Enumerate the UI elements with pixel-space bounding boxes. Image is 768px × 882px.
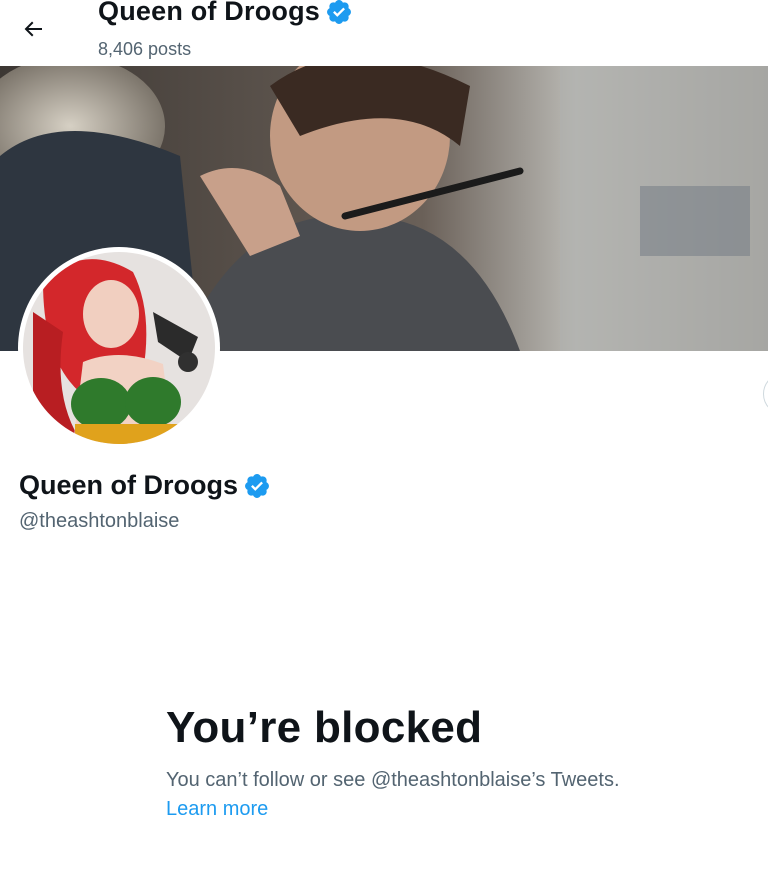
verified-badge-icon bbox=[327, 0, 351, 24]
header-title: Queen of Droogs bbox=[98, 0, 353, 27]
verified-badge-icon[interactable] bbox=[243, 472, 271, 500]
blocked-message: You can’t follow or see @theashtonblaise… bbox=[166, 769, 620, 791]
header-display-name: Queen of Droogs bbox=[98, 0, 321, 26]
profile-handle: @theashtonblaise bbox=[19, 510, 180, 532]
learn-more-link[interactable]: Learn more bbox=[166, 795, 268, 824]
blocked-title: You’re blocked bbox=[166, 703, 483, 752]
blocked-notice: You’re blocked You can’t follow or see @… bbox=[166, 700, 726, 824]
post-count: 8,406 posts bbox=[98, 39, 192, 59]
profile-avatar[interactable] bbox=[18, 247, 220, 449]
blocked-message-block: You can’t follow or see @theashtonblaise… bbox=[166, 766, 726, 824]
avatar-photo bbox=[23, 252, 215, 444]
top-app-bar: Queen of Droogs 8,406 posts bbox=[0, 0, 768, 66]
arrow-left-icon bbox=[24, 21, 42, 37]
profile-action-button[interactable] bbox=[763, 373, 768, 415]
profile-display-name: Queen of Droogs bbox=[19, 470, 239, 500]
profile-name-row: Queen of Droogs bbox=[19, 470, 271, 501]
back-button[interactable] bbox=[13, 9, 53, 49]
